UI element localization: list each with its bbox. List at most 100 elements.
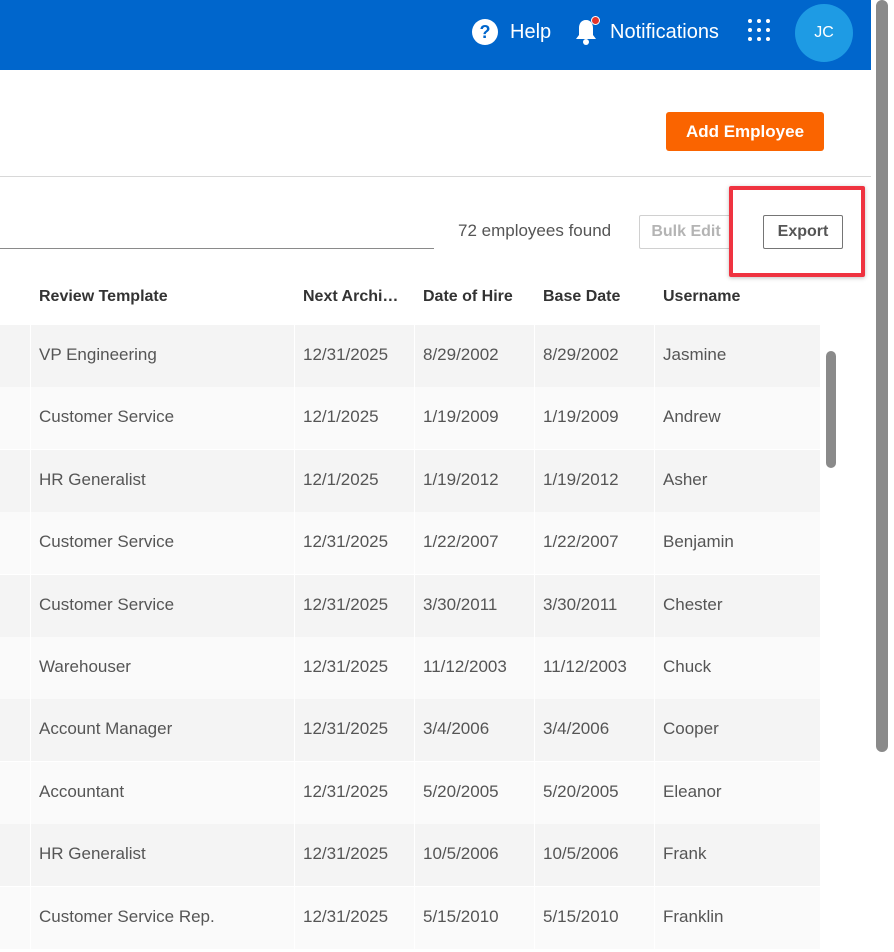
column-separator xyxy=(414,387,415,450)
cell-review-template: HR Generalist xyxy=(39,469,146,489)
column-separator xyxy=(294,824,295,887)
table-row[interactable]: Warehouser 12/31/2025 11/12/2003 11/12/2003… xyxy=(0,637,820,699)
column-separator xyxy=(534,325,535,387)
cell-username: Eleanor xyxy=(663,781,722,801)
cell-date-of-hire: 10/5/2006 xyxy=(423,844,499,864)
column-separator xyxy=(294,387,295,450)
cell-base-date: 1/19/2009 xyxy=(543,407,619,427)
column-header-next-archive[interactable]: Next Archi… xyxy=(303,288,409,306)
cell-base-date: 1/22/2007 xyxy=(543,532,619,552)
column-separator xyxy=(414,449,415,512)
export-highlight-box xyxy=(729,186,865,277)
cell-date-of-hire: 5/20/2005 xyxy=(423,781,499,801)
column-separator xyxy=(414,574,415,637)
cell-next-archive: 12/31/2025 xyxy=(303,781,389,801)
column-separator xyxy=(294,449,295,512)
column-header-base-date[interactable]: Base Date xyxy=(543,288,620,306)
cell-review-template: Warehouser xyxy=(39,657,131,676)
column-separator xyxy=(30,637,31,699)
column-separator xyxy=(534,512,535,575)
column-separator xyxy=(654,449,655,512)
cell-review-template: Customer Service xyxy=(39,407,175,427)
column-separator xyxy=(654,761,655,824)
cell-date-of-hire: 5/15/2010 xyxy=(423,906,499,926)
column-separator xyxy=(414,637,415,699)
column-separator xyxy=(30,449,31,512)
cell-next-archive: 12/31/2025 xyxy=(303,906,389,926)
column-separator xyxy=(534,574,535,637)
apps-grid-icon[interactable] xyxy=(748,19,776,47)
cell-base-date: 10/5/2006 xyxy=(543,844,619,864)
employee-count: 72 employees found xyxy=(458,221,612,240)
cell-base-date: 3/30/2011 xyxy=(543,594,618,614)
column-separator xyxy=(654,637,655,699)
cell-username: Benjamin xyxy=(663,532,734,552)
cell-base-date: 1/19/2012 xyxy=(543,469,619,489)
column-separator xyxy=(534,637,535,699)
cell-review-template: Account Manager xyxy=(39,719,173,739)
column-separator xyxy=(654,325,655,387)
column-separator xyxy=(534,387,535,450)
cell-date-of-hire: 3/30/2011 xyxy=(423,594,498,614)
cell-next-archive: 12/31/2025 xyxy=(303,594,389,614)
column-header-username[interactable]: Username xyxy=(663,288,740,306)
cell-base-date: 3/4/2006 xyxy=(543,719,610,739)
table-row[interactable]: Accountant 12/31/2025 5/20/2005 5/20/2005 El… xyxy=(0,761,820,824)
table-row[interactable]: Customer Service 12/31/2025 3/30/2011 3/30/… xyxy=(0,574,820,637)
top-bar: ? Help Notifications JC xyxy=(0,0,871,70)
cell-base-date: 11/12/2003 xyxy=(543,657,627,676)
cell-date-of-hire: 8/29/2002 xyxy=(423,345,499,364)
table-row[interactable]: VP Engineering 12/31/2025 8/29/2002 8/29/20… xyxy=(0,325,820,387)
cell-review-template: Customer Service xyxy=(39,532,175,552)
cell-next-archive: 12/31/2025 xyxy=(303,844,389,864)
cell-username: Franklin xyxy=(663,906,724,926)
column-separator xyxy=(414,699,415,762)
help-icon: ? xyxy=(472,19,498,45)
column-header-date-of-hire[interactable]: Date of Hire xyxy=(423,288,513,306)
column-separator xyxy=(534,449,535,512)
column-separator xyxy=(30,699,31,762)
column-separator xyxy=(30,325,31,387)
column-separator xyxy=(30,886,31,949)
column-separator xyxy=(294,761,295,824)
page-scrollbar[interactable] xyxy=(876,0,888,752)
table-row[interactable]: Account Manager 12/31/2025 3/4/2006 3/4/200… xyxy=(0,699,820,762)
cell-review-template: Accountant xyxy=(39,781,125,801)
column-separator xyxy=(30,761,31,824)
cell-base-date: 5/20/2005 xyxy=(543,781,619,801)
column-separator xyxy=(294,886,295,949)
cell-username: Frank xyxy=(663,844,707,864)
column-separator xyxy=(654,387,655,450)
cell-review-template: HR Generalist xyxy=(39,844,146,864)
table-row[interactable]: Customer Service 12/1/2025 1/19/2009 1/19/2… xyxy=(0,387,820,450)
table-row[interactable]: Customer Service 12/31/2025 1/22/2007 1/22/… xyxy=(0,512,820,575)
cell-next-archive: 12/1/2025 xyxy=(303,469,379,489)
bulk-edit-button[interactable]: Bulk Edit xyxy=(639,215,733,249)
bell-icon xyxy=(574,16,600,46)
add-employee-button[interactable]: Add Employee xyxy=(666,112,824,151)
column-header-review-template[interactable]: Review Template xyxy=(39,288,168,306)
column-separator xyxy=(30,387,31,450)
avatar[interactable]: JC xyxy=(795,4,853,62)
cell-date-of-hire: 11/12/2003 xyxy=(423,657,507,676)
table-row[interactable]: HR Generalist 12/1/2025 1/19/2012 1/19/2012… xyxy=(0,449,820,512)
cell-next-archive: 12/1/2025 xyxy=(303,407,379,427)
column-separator xyxy=(414,886,415,949)
help-link[interactable]: ? Help xyxy=(472,16,551,48)
cell-username: Asher xyxy=(663,469,708,489)
search-input[interactable] xyxy=(0,248,434,249)
cell-username: Andrew xyxy=(663,407,721,427)
cell-date-of-hire: 1/22/2007 xyxy=(423,532,499,552)
column-separator xyxy=(414,824,415,887)
cell-date-of-hire: 3/4/2006 xyxy=(423,719,490,739)
cell-date-of-hire: 1/19/2012 xyxy=(423,469,499,489)
column-separator xyxy=(294,699,295,762)
notifications-link[interactable]: Notifications xyxy=(574,16,719,48)
table-row[interactable]: Customer Service Rep. 12/31/2025 5/15/2010… xyxy=(0,886,820,949)
table-scrollbar[interactable] xyxy=(826,351,836,468)
column-separator xyxy=(414,325,415,387)
help-label: Help xyxy=(510,20,552,43)
column-separator xyxy=(534,824,535,887)
table-row[interactable]: HR Generalist 12/31/2025 10/5/2006 10/5/200… xyxy=(0,824,820,887)
cell-username: Chuck xyxy=(663,657,712,676)
